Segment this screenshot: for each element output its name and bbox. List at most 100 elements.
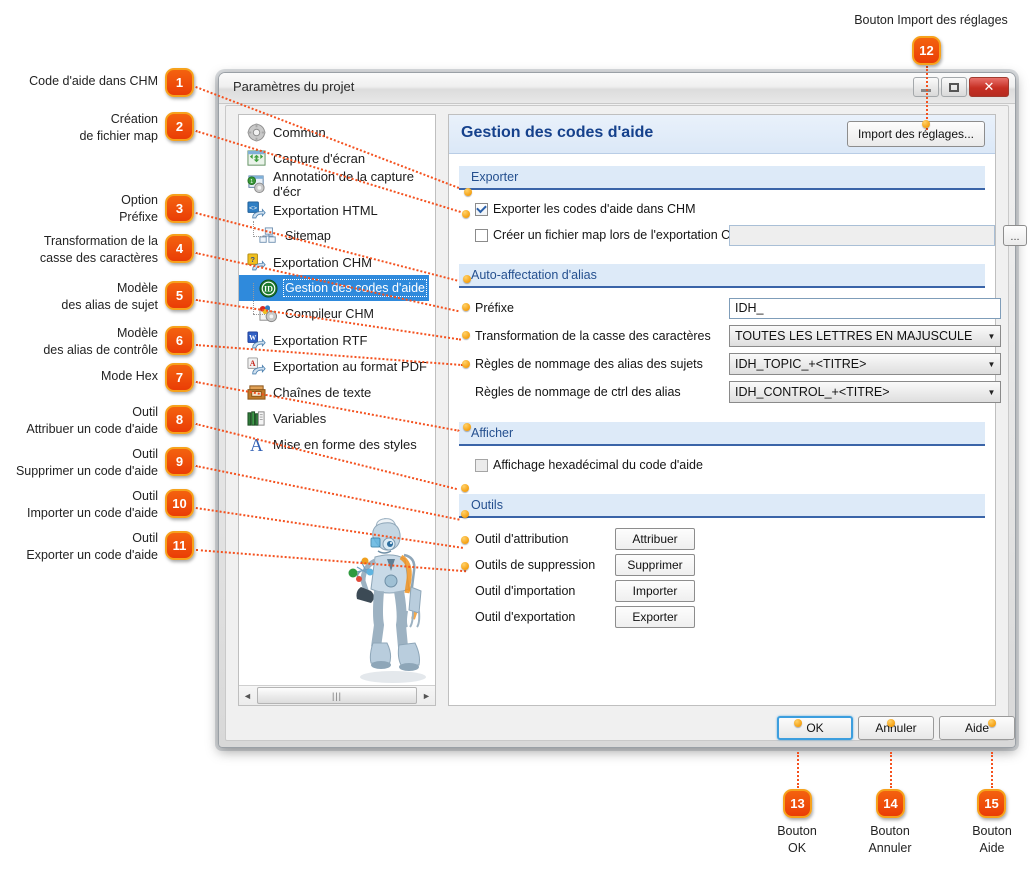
callout-9-badge: 9	[165, 447, 194, 476]
chevron-down-icon: ▼	[987, 331, 996, 341]
tool-label-suppression: Outils de suppression	[475, 558, 596, 572]
control-alias-rule-select[interactable]: IDH_CONTROL_+<TITRE> ▼	[729, 381, 1001, 403]
topic-alias-rule-select[interactable]: IDH_TOPIC_+<TITRE> ▼	[729, 353, 1001, 375]
svg-text:?: ?	[250, 255, 255, 264]
tree-item-label: Annotation de la capture d'écr	[273, 169, 414, 199]
map-file-path-input[interactable]	[729, 224, 995, 246]
tree-horizontal-scrollbar[interactable]: ◄ ||| ►	[239, 685, 435, 705]
callout-4-badge: 4	[165, 234, 194, 263]
field-label-prefixe: Préfixe	[475, 301, 514, 315]
callout-5-badge: 5	[165, 281, 194, 310]
field-label-alias-sujets: Règles de nommage des alias des sujets	[475, 357, 703, 371]
callout-9-label: Outil Supprimer un code d'aide	[15, 447, 158, 478]
tool-label-exportation: Outil d'exportation	[475, 610, 576, 624]
anchor-dot-8	[461, 484, 469, 492]
callout-4-label: Transformation de la casse des caractère…	[39, 234, 158, 265]
callout-10-badge: 10	[165, 489, 194, 518]
anchor-dot-1	[464, 188, 472, 196]
tree-item-mise-en-forme-styles[interactable]: A Mise en forme des styles	[239, 431, 435, 457]
row-export-chm[interactable]: Exporter les codes d'aide dans CHM	[475, 196, 995, 222]
select-value: IDH_TOPIC_+<TITRE>	[735, 357, 867, 371]
supprimer-button[interactable]: Supprimer	[615, 554, 695, 576]
callout-13-leader	[797, 752, 799, 788]
cancel-button[interactable]: Annuler	[858, 716, 934, 740]
prefix-input[interactable]: IDH_	[729, 297, 1001, 319]
anchor-dot-6	[462, 360, 470, 368]
checkbox-create-map-file[interactable]	[475, 228, 488, 242]
callout-11-badge: 11	[165, 531, 194, 560]
anchor-dot-9	[461, 510, 469, 518]
row-alias-ctrl[interactable]: Règles de nommage de ctrl des alias IDH_…	[475, 378, 1001, 406]
import-settings-button[interactable]: Import des réglages...	[846, 121, 985, 147]
field-label-alias-ctrl: Règles de nommage de ctrl des alias	[475, 385, 681, 399]
settings-content-panel: Gestion des codes d'aide Import des régl…	[448, 114, 1027, 706]
close-button[interactable]: ✕	[969, 77, 1009, 97]
callout-15-leader	[991, 752, 993, 788]
title-bar[interactable]: Paramètres du projet ✕	[219, 73, 1015, 104]
tree-item-sitemap[interactable]: Sitemap	[239, 221, 435, 249]
svg-text:A: A	[249, 359, 255, 368]
callout-2-badge: 2	[165, 112, 194, 141]
maximize-button[interactable]	[941, 77, 967, 97]
anchor-dot-12	[922, 120, 930, 128]
anchor-dot-5	[462, 331, 470, 339]
callout-8-label: Outil Attribuer un code d'aide	[26, 405, 158, 436]
scrollbar-thumb[interactable]: |||	[257, 687, 417, 704]
anchor-dot-2	[462, 210, 470, 218]
case-transform-select[interactable]: TOUTES LES LETTRES EN MAJUSCULE ▼	[729, 325, 1001, 347]
svg-text:ID: ID	[264, 284, 273, 293]
anchor-dot-15	[988, 719, 996, 727]
svg-text:<>: <>	[249, 204, 257, 212]
callout-7-badge: 7	[165, 363, 194, 392]
callout-7-label: Mode Hex	[101, 369, 158, 383]
importer-button[interactable]: Importer	[615, 580, 695, 602]
tree-item-chaines-de-texte[interactable]: Chaînes de texte	[239, 379, 435, 405]
tree-item-exportation-pdf[interactable]: A Exportation au format PDF	[239, 353, 435, 379]
tree-guide-line	[253, 236, 265, 237]
callout-15-badge: 15	[977, 789, 1006, 818]
tree-item-exportation-html[interactable]: <> Exportation HTML	[239, 197, 435, 223]
row-hex-display[interactable]: Affichage hexadécimal du code d'aide	[475, 452, 995, 478]
browse-map-file-button[interactable]: ...	[1003, 224, 1027, 246]
chm-export-icon: ?	[245, 251, 267, 273]
settings-tree[interactable]: Commun Capture d'écran 1 Annotation de l…	[238, 114, 436, 706]
help-button[interactable]: Aide	[939, 716, 1015, 740]
row-alias-sujets[interactable]: Règles de nommage des alias des sujets I…	[475, 350, 1001, 378]
ok-button[interactable]: OK	[777, 716, 853, 740]
tree-item-label: Exportation HTML	[273, 202, 378, 218]
tree-item-compileur-chm[interactable]: Compileur CHM	[239, 283, 435, 327]
callout-14-badge: 14	[876, 789, 905, 818]
tree-item-exportation-chm[interactable]: ? Exportation CHM	[239, 249, 435, 275]
maximize-icon	[949, 82, 959, 92]
row-create-map-file[interactable]: Créer un fichier map lors de l'exportati…	[475, 222, 1027, 248]
row-prefixe[interactable]: Préfixe IDH_	[475, 294, 1001, 322]
checkbox-label: Exporter les codes d'aide dans CHM	[493, 202, 696, 216]
chevron-down-icon: ▼	[987, 387, 996, 397]
callout-14-leader	[890, 752, 892, 788]
callout-1-label: Code d'aide dans CHM	[29, 74, 158, 88]
callout-15-label: Bouton Aide	[972, 824, 1012, 855]
callout-12-label: Bouton Import des réglages	[854, 13, 1008, 27]
content-header: Gestion des codes d'aide Import des régl…	[449, 115, 995, 154]
svg-text:W: W	[249, 334, 256, 342]
exporter-button[interactable]: Exporter	[615, 606, 695, 628]
row-outil-attribution: Outil d'attribution Attribuer	[475, 526, 995, 552]
attribuer-button[interactable]: Attribuer	[615, 528, 695, 550]
row-casse[interactable]: Transformation de la casse des caractère…	[475, 322, 1001, 350]
variables-icon	[245, 407, 267, 429]
anchor-dot-14	[887, 719, 895, 727]
scroll-left-arrow-icon[interactable]: ◄	[239, 687, 256, 704]
svg-text:1: 1	[250, 178, 253, 184]
html-export-icon: <>	[245, 199, 267, 221]
anchor-dot-10	[461, 536, 469, 544]
tool-label-attribution: Outil d'attribution	[475, 532, 569, 546]
window-title: Paramètres du projet	[233, 79, 355, 94]
select-value: IDH_CONTROL_+<TITRE>	[735, 385, 890, 399]
checkbox-hex-display[interactable]	[475, 458, 488, 472]
checkbox-label: Créer un fichier map lors de l'exportati…	[493, 228, 750, 242]
callout-3-label: Option Préfixe	[119, 193, 158, 224]
row-outil-exportation: Outil d'exportation Exporter	[475, 604, 995, 630]
checkbox-export-codes-chm[interactable]	[475, 202, 488, 216]
pdf-export-icon: A	[245, 355, 267, 377]
scroll-right-arrow-icon[interactable]: ►	[418, 687, 435, 704]
